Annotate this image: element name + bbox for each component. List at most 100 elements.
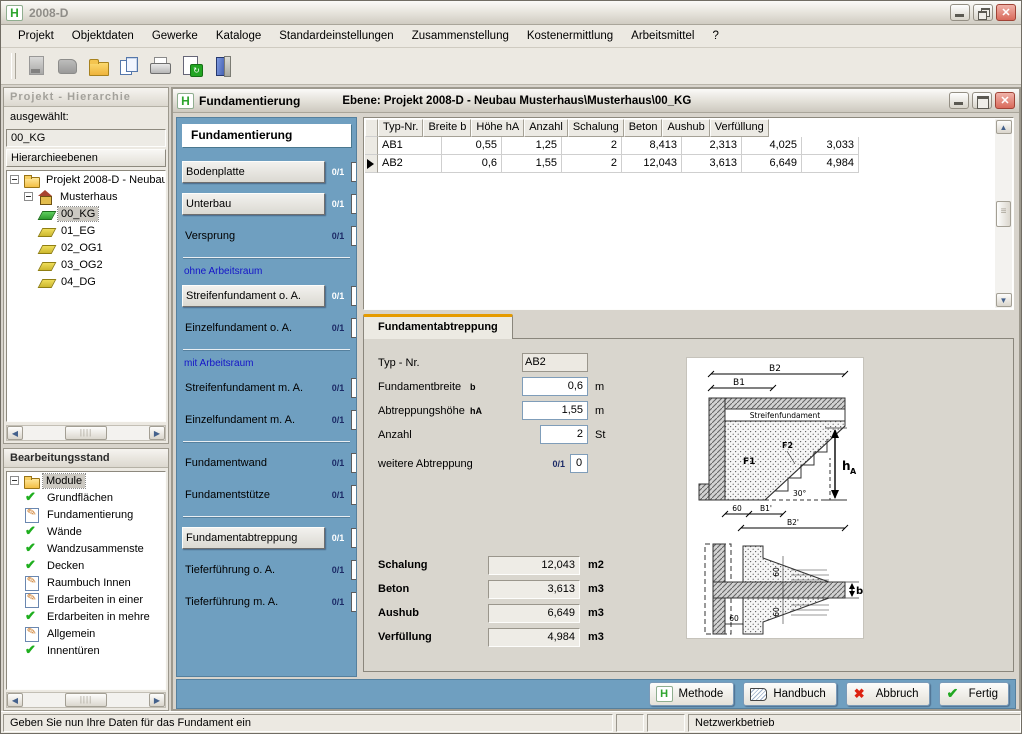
hierarchy-levels-button[interactable]: Hierarchieebenen: [6, 149, 166, 167]
tree-item[interactable]: Module: [7, 472, 165, 489]
menu-item[interactable]: Objektdaten: [63, 27, 143, 45]
field-input[interactable]: 1,55: [522, 401, 588, 420]
column-header[interactable]: Breite b: [423, 119, 471, 137]
foundation-item-button[interactable]: Einzelfundament o. A.: [182, 318, 325, 338]
tree-item[interactable]: 03_OG2: [7, 256, 165, 273]
scroll-right-icon[interactable]: ▶: [149, 693, 165, 707]
action-button[interactable]: Fertig: [939, 682, 1009, 706]
item-count-box[interactable]: [351, 318, 357, 338]
open-file-icon[interactable]: [55, 54, 79, 78]
item-count-box[interactable]: [351, 560, 357, 580]
action-button[interactable]: Abbruch: [846, 682, 930, 706]
foundation-item-button[interactable]: Tieferführung m. A.: [182, 592, 325, 612]
column-header[interactable]: Typ-Nr.: [378, 119, 423, 137]
scroll-down-icon[interactable]: ▼: [996, 293, 1012, 307]
foundation-item-button[interactable]: Einzelfundament m. A.: [182, 410, 325, 430]
open-folder-icon[interactable]: [86, 54, 110, 78]
minimize-button[interactable]: [950, 4, 970, 21]
menu-item[interactable]: Kataloge: [207, 27, 270, 45]
scroll-left-icon[interactable]: ◀: [7, 426, 23, 440]
status-hscrollbar[interactable]: ◀ ▶: [6, 692, 166, 708]
item-count-box[interactable]: 1: [351, 528, 357, 548]
expander-minus-icon[interactable]: [10, 175, 19, 184]
tree-item[interactable]: Fundamentierung: [7, 506, 165, 523]
tree-item[interactable]: Innentüren: [7, 642, 165, 659]
restore-button[interactable]: [973, 4, 993, 21]
module-maximize-button[interactable]: [972, 92, 992, 109]
scroll-right-icon[interactable]: ▶: [149, 426, 165, 440]
tree-item[interactable]: Musterhaus: [7, 188, 165, 205]
column-header[interactable]: Schalung: [568, 119, 624, 137]
module-minimize-button[interactable]: [949, 92, 969, 109]
module-close-button[interactable]: [995, 92, 1015, 109]
column-header[interactable]: Höhe hA: [471, 119, 524, 137]
refresh-document-icon[interactable]: [179, 54, 203, 78]
expander-minus-icon[interactable]: [24, 192, 33, 201]
tree-item[interactable]: Projekt 2008-D - Neubau: [7, 171, 165, 188]
item-count-box[interactable]: [351, 592, 357, 612]
foundation-item-button[interactable]: Fundamentwand: [182, 453, 325, 473]
tab-fundamentabtreppung[interactable]: Fundamentabtreppung: [363, 314, 513, 339]
scroll-thumb[interactable]: [65, 693, 107, 707]
column-header[interactable]: Verfüllung: [710, 119, 769, 137]
scroll-thumb[interactable]: [996, 201, 1011, 227]
item-count-box[interactable]: 1: [351, 194, 357, 214]
tree-item[interactable]: Decken: [7, 557, 165, 574]
item-count-box[interactable]: 1: [351, 162, 357, 182]
action-button[interactable]: Handbuch: [743, 682, 836, 706]
tree-item[interactable]: Grundflächen: [7, 489, 165, 506]
close-button[interactable]: [996, 4, 1016, 21]
column-header[interactable]: Anzahl: [524, 119, 568, 137]
field-input[interactable]: 2: [540, 425, 588, 444]
foundation-item-button[interactable]: Streifenfundament m. A.: [182, 378, 325, 398]
tree-item[interactable]: 01_EG: [7, 222, 165, 239]
tree-item[interactable]: 02_OG1: [7, 239, 165, 256]
exit-door-icon[interactable]: [210, 54, 234, 78]
hierarchy-hscrollbar[interactable]: ◀ ▶: [6, 425, 166, 441]
table-row[interactable]: AB1 0,55 1,25 2 8,413 2,313 4,025 3,033: [365, 137, 995, 155]
new-document-icon[interactable]: [24, 54, 48, 78]
scroll-left-icon[interactable]: ◀: [7, 693, 23, 707]
menu-item[interactable]: Standardeinstellungen: [270, 27, 402, 45]
foundation-item-button[interactable]: Versprung: [182, 226, 325, 246]
tree-item[interactable]: 04_DG: [7, 273, 165, 290]
field-input[interactable]: 0: [570, 454, 588, 473]
table-vscrollbar[interactable]: ▲ ▼: [995, 119, 1012, 308]
column-header[interactable]: Aushub: [662, 119, 709, 137]
menu-item[interactable]: Zusammenstellung: [403, 27, 518, 45]
foundation-item-button[interactable]: Fundamentabtreppung: [182, 527, 325, 549]
foundation-item-button[interactable]: Unterbau: [182, 193, 325, 215]
foundation-item-button[interactable]: Tieferführung o. A.: [182, 560, 325, 580]
print-icon[interactable]: [148, 54, 172, 78]
item-count-box[interactable]: [351, 453, 357, 473]
menu-item[interactable]: ?: [703, 27, 727, 45]
scroll-thumb[interactable]: [65, 426, 107, 440]
foundation-item-button[interactable]: Bodenplatte: [182, 161, 325, 183]
foundation-item-button[interactable]: Streifenfundament o. A.: [182, 285, 325, 307]
tree-item[interactable]: Raumbuch Innen: [7, 574, 165, 591]
tree-item[interactable]: Erdarbeiten in einer: [7, 591, 165, 608]
action-button[interactable]: Methode: [649, 682, 735, 706]
tree-item[interactable]: Wände: [7, 523, 165, 540]
item-count-box[interactable]: [351, 485, 357, 505]
table-row[interactable]: AB2 0,6 1,55 2 12,043 3,613 6,649 4,984: [365, 155, 995, 173]
menu-item[interactable]: Projekt: [9, 27, 63, 45]
foundation-item-button[interactable]: Fundamentstütze: [182, 485, 325, 505]
menu-item[interactable]: Kostenermittlung: [518, 27, 622, 45]
scroll-up-icon[interactable]: ▲: [996, 120, 1012, 134]
item-count-box[interactable]: [351, 226, 357, 246]
item-count-box[interactable]: [351, 410, 357, 430]
item-count-box[interactable]: 1: [351, 286, 357, 306]
copy-icon[interactable]: [117, 54, 141, 78]
tree-item[interactable]: Wandzusammenste: [7, 540, 165, 557]
item-count-box[interactable]: [351, 378, 357, 398]
field-input[interactable]: AB2: [522, 353, 588, 372]
field-input[interactable]: 0,6: [522, 377, 588, 396]
menu-item[interactable]: Arbeitsmittel: [622, 27, 703, 45]
tree-item[interactable]: 00_KG: [7, 205, 165, 222]
tree-item[interactable]: Allgemein: [7, 625, 165, 642]
tree-item[interactable]: Erdarbeiten in mehre: [7, 608, 165, 625]
expander-minus-icon[interactable]: [10, 476, 19, 485]
menu-item[interactable]: Gewerke: [143, 27, 207, 45]
column-header[interactable]: Beton: [624, 119, 663, 137]
